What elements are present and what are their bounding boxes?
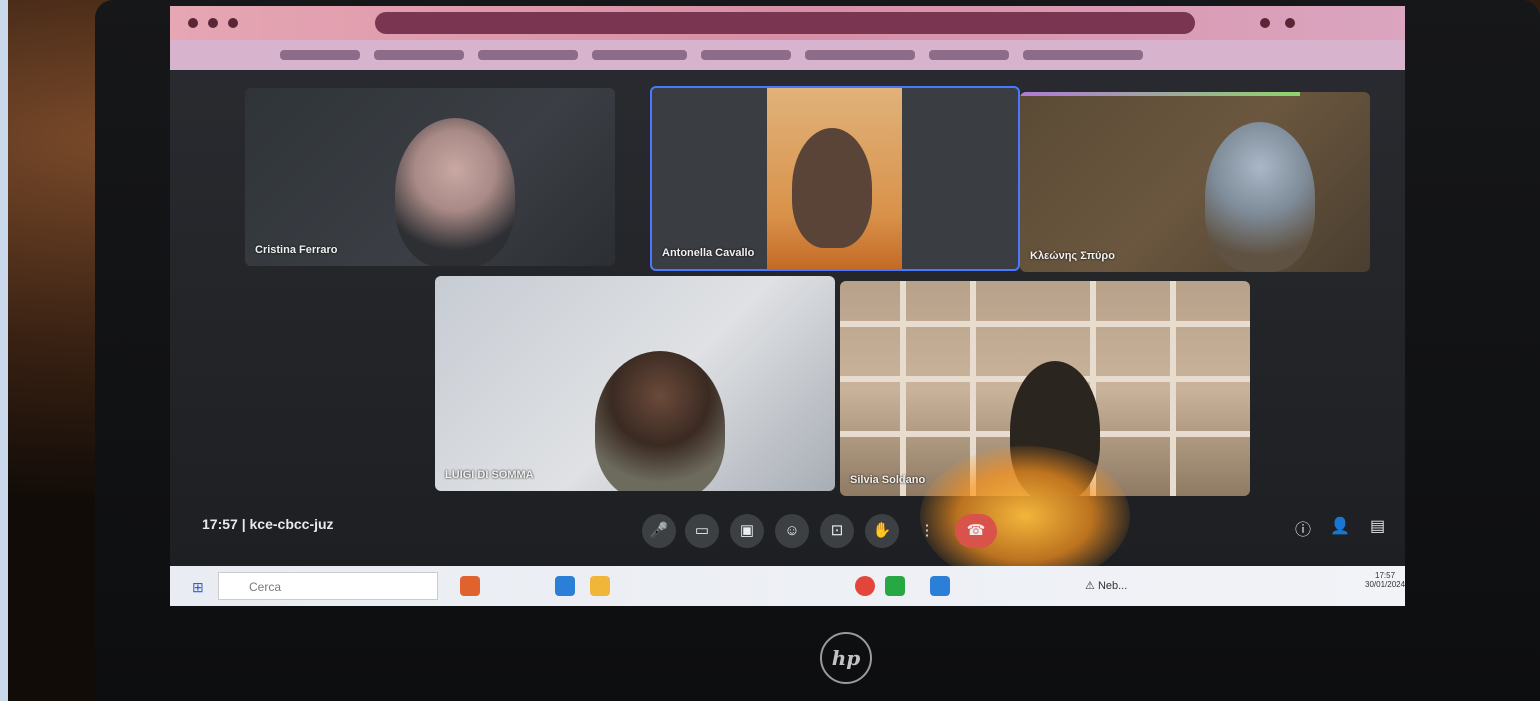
app-icon[interactable] (885, 576, 905, 596)
edge-icon[interactable] (555, 576, 575, 596)
app-icon[interactable] (930, 576, 950, 596)
participant-name: Κλεώνης Σπύρο (1030, 250, 1115, 262)
windows-start-icon[interactable]: ⊞ (192, 579, 204, 596)
present-icon[interactable]: ⊡ (820, 514, 854, 548)
extensions-icon[interactable] (1260, 18, 1270, 28)
bookshelf (900, 281, 906, 496)
clock-date: 30/01/2024 (1365, 580, 1405, 589)
participant-video (595, 351, 725, 491)
bookshelf (1170, 281, 1176, 496)
taskbar-clock[interactable]: 17:57 30/01/2024 (1365, 571, 1405, 589)
end-call-icon[interactable]: ☎ (955, 514, 997, 548)
fish-widget-icon[interactable] (460, 576, 480, 596)
bookmark-item[interactable] (478, 50, 578, 60)
warning-icon: ⚠ (1085, 580, 1095, 592)
bookmark-item[interactable] (929, 50, 1009, 60)
raise-hand-icon[interactable]: ✋ (865, 514, 899, 548)
participant-silhouette (792, 128, 872, 248)
taskbar-search-placeholder: Cerca (249, 580, 282, 594)
participant-tile-active[interactable]: Antonella Cavallo (650, 86, 1020, 271)
speaking-indicator (1020, 92, 1300, 96)
more-icon[interactable]: ⋮ (910, 514, 944, 548)
info-icon[interactable]: ⓘ (1295, 516, 1311, 540)
participant-name: Cristina Ferraro (255, 244, 338, 256)
bookmark-item[interactable] (701, 50, 791, 60)
clock-time: 17:57 (1375, 571, 1396, 580)
participant-tile[interactable]: LUIGI DI SOMMA (435, 276, 835, 491)
hp-logo: hp (820, 632, 872, 684)
participant-video (1205, 122, 1315, 272)
meeting-time: 17:57 (202, 516, 238, 532)
bookmark-item[interactable] (374, 50, 464, 60)
left-edge-strip (0, 0, 8, 701)
participant-tile[interactable]: Cristina Ferraro (245, 88, 615, 266)
participant-video (395, 118, 515, 266)
weather-label: Neb... (1097, 580, 1128, 592)
taskbar-search[interactable]: Cerca (218, 572, 438, 600)
bookshelf (840, 321, 1250, 327)
bookmarks-bar (170, 40, 1405, 70)
chat-icon[interactable]: ▤ (1370, 516, 1385, 536)
participant-name: Antonella Cavallo (662, 247, 755, 259)
bookmark-item[interactable] (805, 50, 915, 60)
reload-icon[interactable] (228, 18, 238, 28)
photo-scene: Cristina Ferraro Antonella Cavallo Κλεών… (0, 0, 1540, 701)
participant-name: LUIGI DI SOMMA (445, 469, 534, 481)
file-explorer-icon[interactable] (590, 576, 610, 596)
profile-icon[interactable] (1285, 18, 1295, 28)
lamp-glare (920, 446, 1130, 586)
bookmark-item[interactable] (1023, 50, 1143, 60)
mic-icon[interactable]: 🎤 (642, 514, 676, 548)
laptop-screen: Cristina Ferraro Antonella Cavallo Κλεών… (170, 6, 1405, 606)
back-icon[interactable] (188, 18, 198, 28)
participant-name: Silvia Soldano (850, 474, 926, 486)
camera-icon[interactable]: ▭ (685, 514, 719, 548)
emoji-icon[interactable]: ☺ (775, 514, 809, 548)
captions-icon[interactable]: ▣ (730, 514, 764, 548)
meeting-separator: | (241, 516, 246, 532)
weather-status[interactable]: ⚠ Neb... (1085, 579, 1127, 592)
participant-tile[interactable]: Κλεώνης Σπύρο (1020, 92, 1370, 272)
bookmark-item[interactable] (592, 50, 687, 60)
forward-icon[interactable] (208, 18, 218, 28)
address-bar[interactable] (375, 12, 1195, 34)
people-icon[interactable]: 👤 (1330, 516, 1350, 536)
browser-tab-bar (170, 6, 1405, 40)
meeting-info: 17:57 | kce-cbcc-juz (202, 516, 334, 532)
bookmark-item[interactable] (280, 50, 360, 60)
meeting-code: kce-cbcc-juz (249, 516, 334, 532)
chrome-icon[interactable] (855, 576, 875, 596)
